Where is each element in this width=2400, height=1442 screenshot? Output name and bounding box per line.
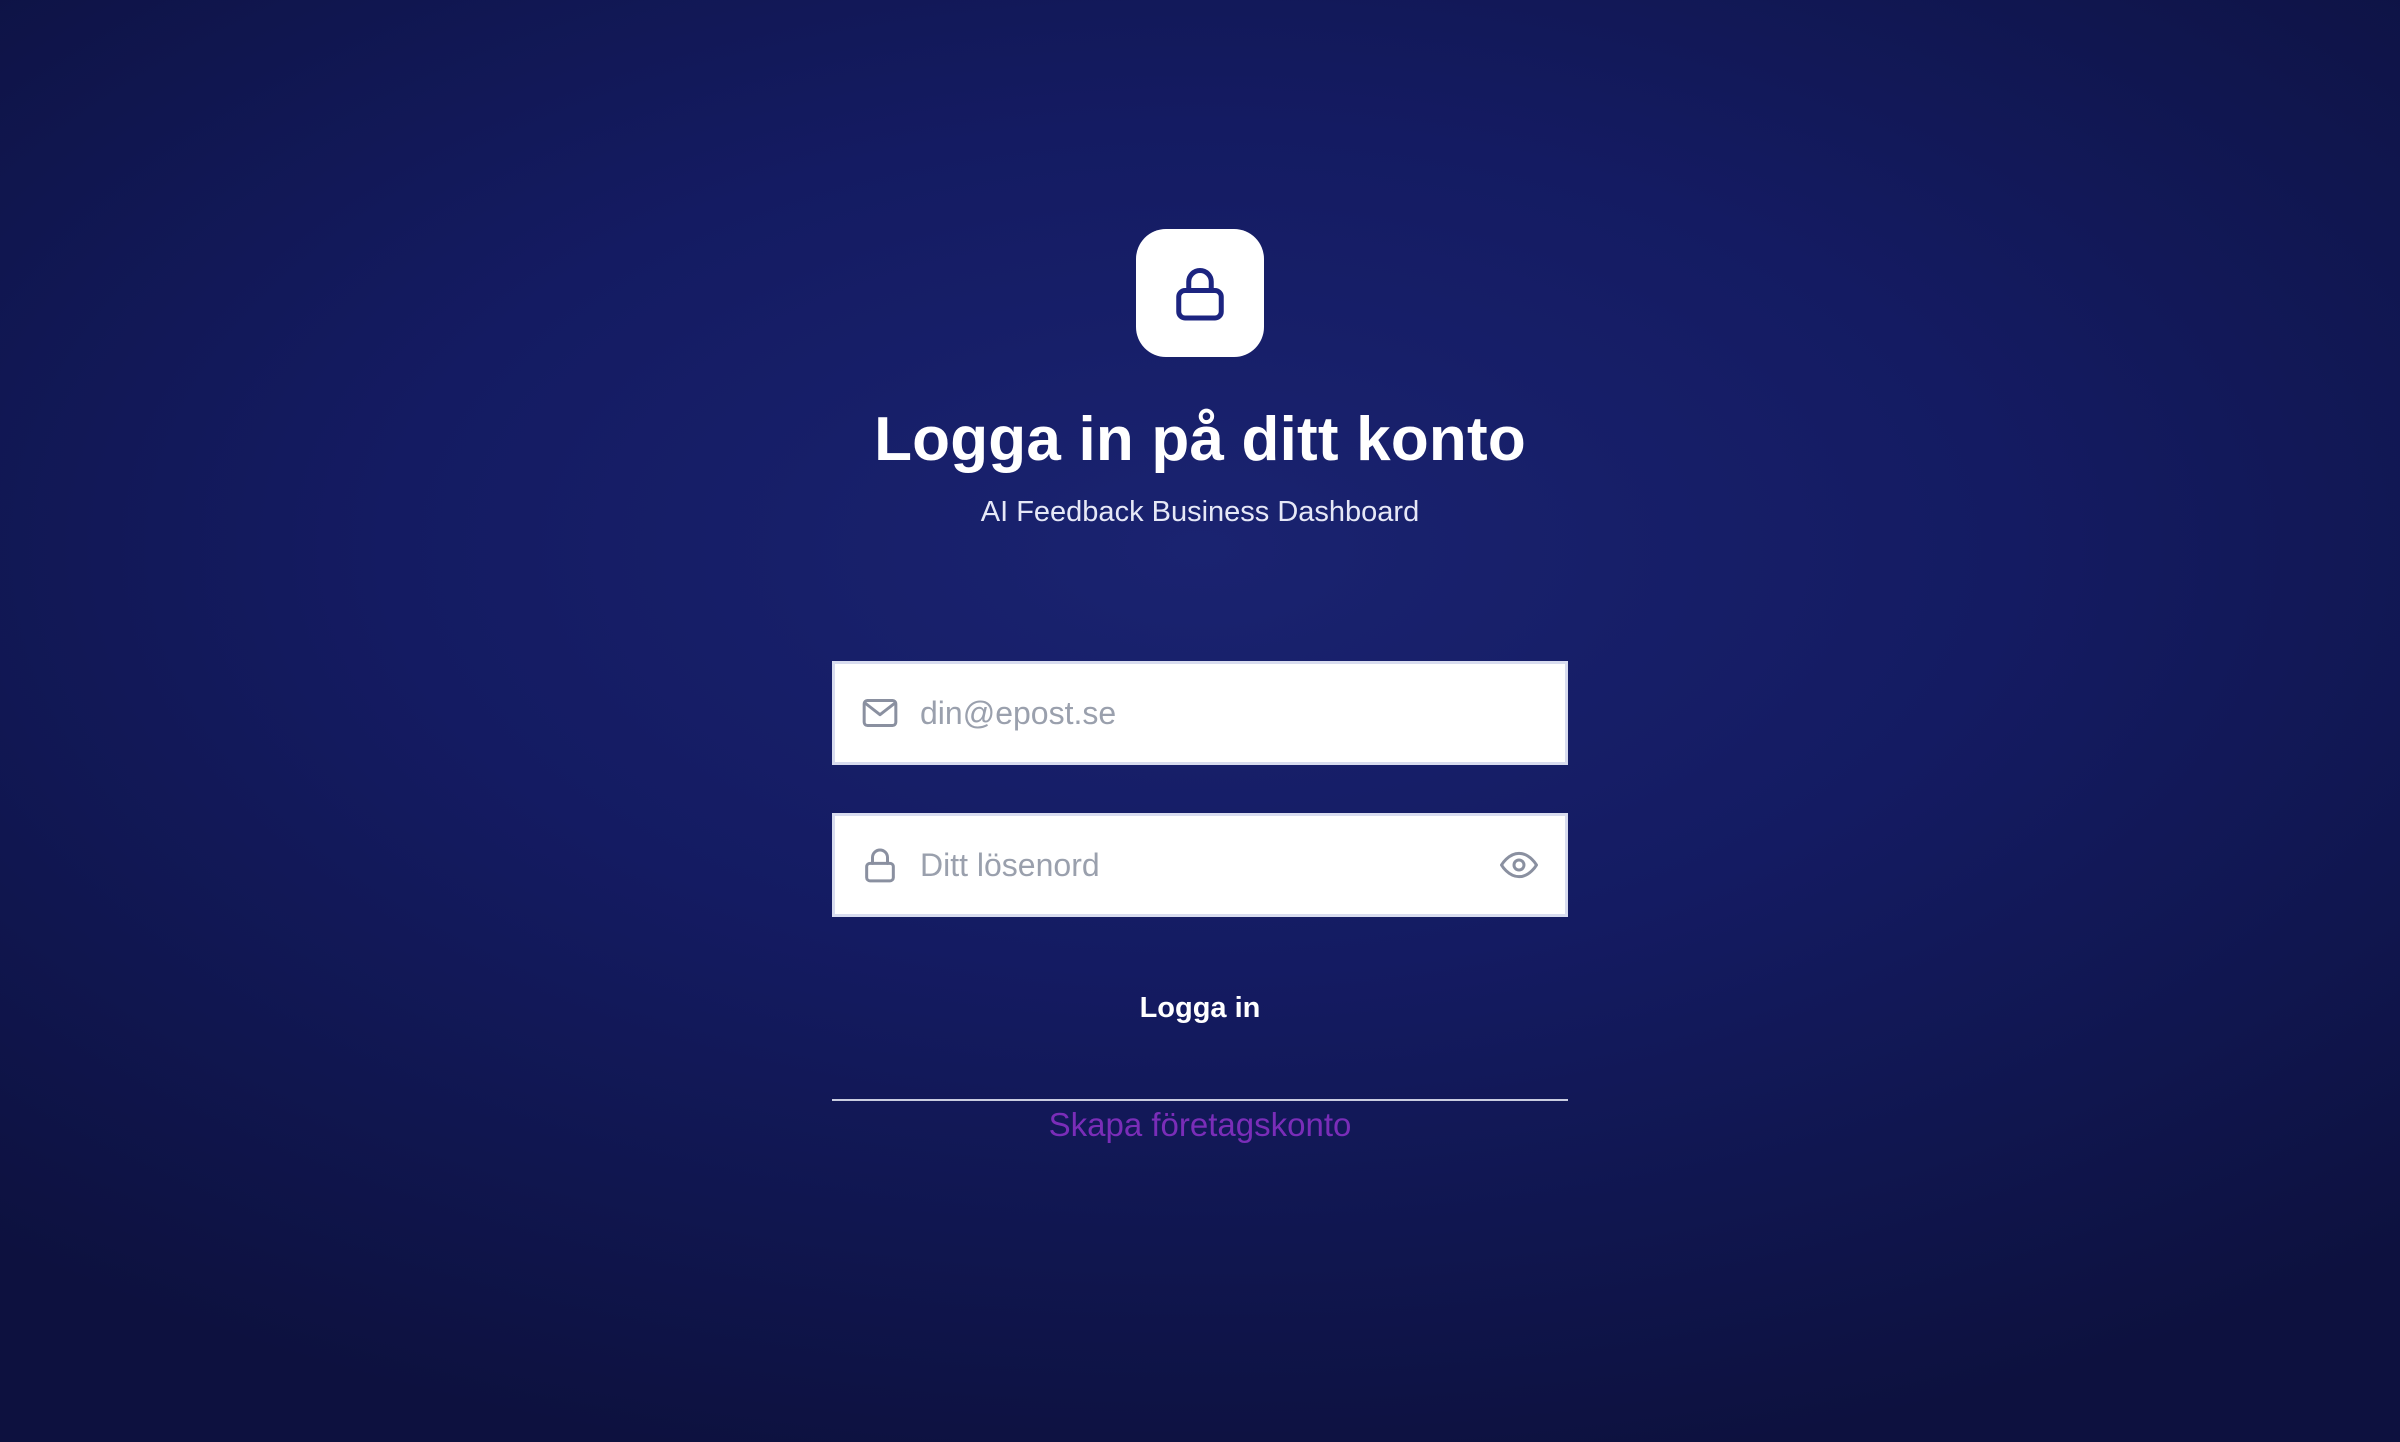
- password-input[interactable]: [920, 835, 1497, 895]
- password-field[interactable]: [832, 813, 1568, 917]
- email-field[interactable]: [832, 661, 1568, 765]
- create-company-account-link[interactable]: Skapa företagskonto: [832, 1102, 1568, 1148]
- login-button[interactable]: Logga in: [832, 972, 1568, 1044]
- mail-icon: [860, 693, 900, 733]
- lock-icon: [860, 845, 900, 885]
- login-page: Logga in på ditt konto AI Feedback Busin…: [0, 0, 2400, 1442]
- eye-icon[interactable]: [1497, 843, 1541, 887]
- email-input[interactable]: [920, 683, 1565, 743]
- logo-badge: [1136, 229, 1264, 357]
- page-title: Logga in på ditt konto: [874, 405, 1526, 474]
- lock-icon: [1176, 268, 1224, 321]
- page-subtitle: AI Feedback Business Dashboard: [980, 496, 1420, 528]
- divider: [832, 1099, 1568, 1101]
